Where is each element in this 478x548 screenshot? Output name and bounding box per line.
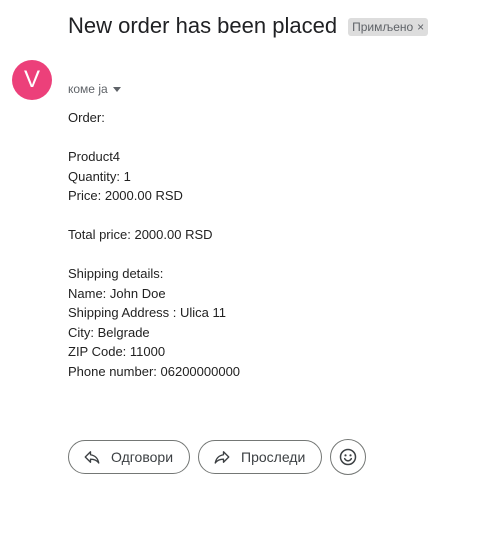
subject-row: New order has been placed Примљено × <box>68 12 429 40</box>
smiley-icon <box>340 448 357 466</box>
forward-button[interactable]: Проследи <box>198 440 323 474</box>
email-subject: New order has been placed <box>68 13 338 38</box>
body-line <box>68 206 240 226</box>
body-line: Shipping details: <box>68 266 164 281</box>
body-line: Quantity: 1 <box>68 168 131 184</box>
sender-avatar[interactable]: V <box>12 60 52 100</box>
body-line: Name: John Doe <box>68 285 166 301</box>
body-line: Phone number: 06200000000 <box>68 363 241 379</box>
body-line: City: Belgrade <box>68 324 150 340</box>
body-line: Shipping Address : Ulica 11 <box>68 305 227 320</box>
reply-label: Одговори <box>111 449 174 465</box>
forward-label: Проследи <box>241 449 306 465</box>
body-line: Product4 <box>68 149 121 164</box>
remove-label-icon[interactable]: × <box>417 18 424 36</box>
message-actions: Одговори Проследи <box>68 439 367 475</box>
emoji-reaction-button[interactable] <box>330 439 367 475</box>
body-line: Order: <box>68 110 105 125</box>
body-line: ZIP Code: 11000 <box>68 344 166 359</box>
email-body: Order: Product4 Quantity: 1 Price: 2000.… <box>68 108 240 381</box>
inbox-label-chip[interactable]: Примљено × <box>348 17 429 36</box>
body-line: Price: 2000.00 RSD <box>68 188 183 203</box>
inbox-label-text: Примљено <box>352 19 414 34</box>
body-line <box>68 245 240 265</box>
forward-arrow-icon <box>214 451 230 464</box>
avatar-initial: V <box>23 66 40 93</box>
body-line: Total price: 2000.00 RSD <box>68 227 213 242</box>
recipient-details-toggle[interactable]: коме ја <box>68 82 121 96</box>
chevron-down-icon[interactable] <box>112 87 121 92</box>
reply-arrow-icon <box>84 451 100 464</box>
body-line <box>68 128 240 148</box>
reply-button[interactable]: Одговори <box>68 440 191 474</box>
recipient-text: коме ја <box>68 82 108 96</box>
